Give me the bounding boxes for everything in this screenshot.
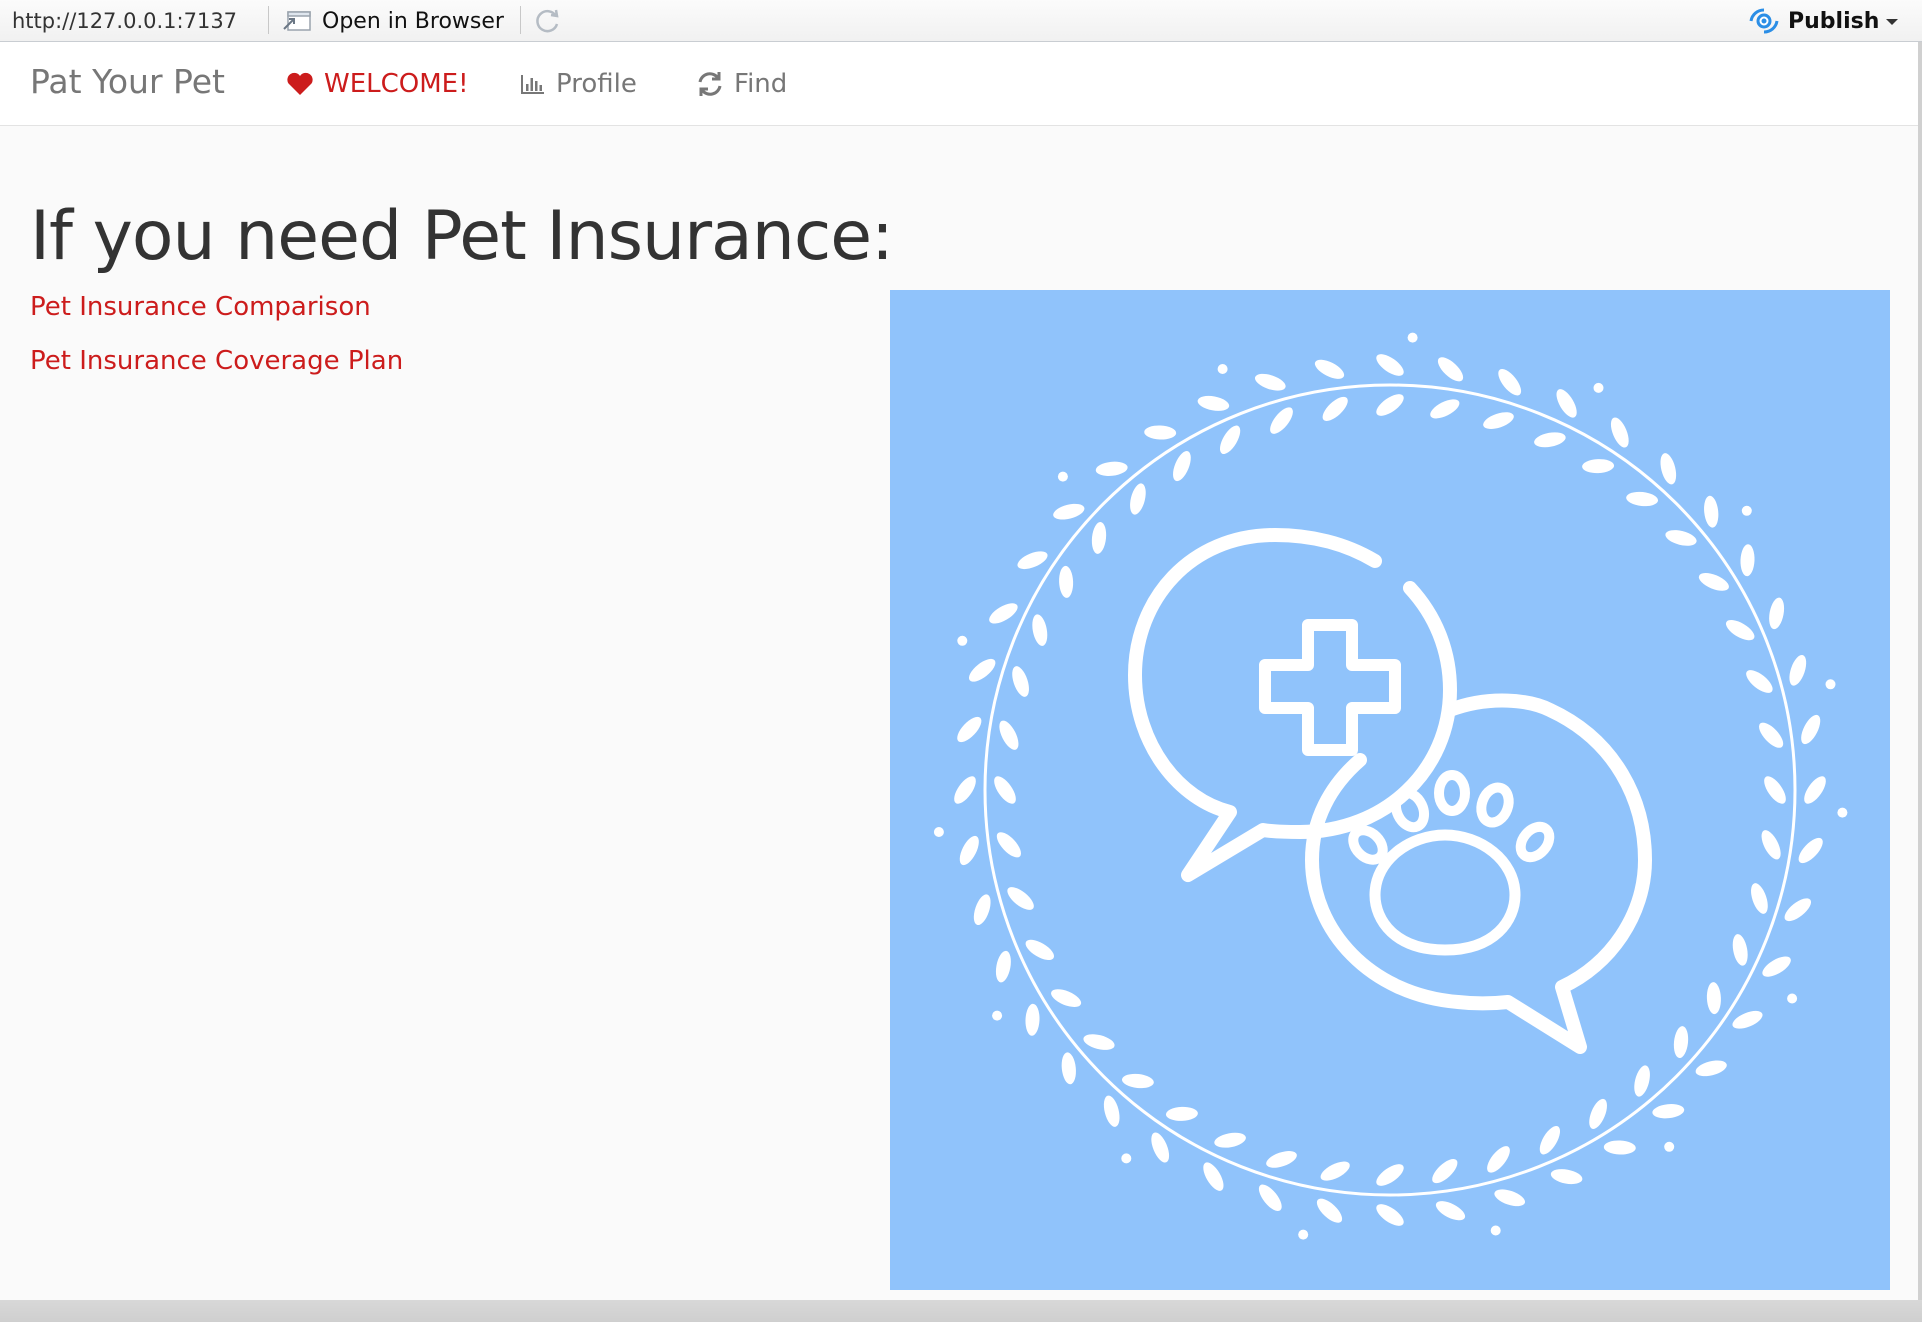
- open-in-browser-label: Open in Browser: [322, 8, 504, 34]
- bar-chart-icon: [521, 75, 544, 94]
- brand-title[interactable]: Pat Your Pet: [30, 62, 225, 101]
- pet-health-chat-icon: [933, 332, 1848, 1240]
- page-title: If you need Pet Insurance:: [30, 197, 894, 276]
- caret-down-icon[interactable]: [1886, 19, 1898, 25]
- nav-item-find[interactable]: Find: [696, 66, 787, 102]
- window-edge: [1918, 42, 1922, 1322]
- nav-item-welcome[interactable]: WELCOME!: [286, 66, 469, 102]
- viewer-toolbar: http://127.0.0.1:7137 Open in Browser Pu…: [0, 0, 1922, 42]
- publish-icon: [1749, 8, 1779, 34]
- refresh-icon: [698, 72, 722, 96]
- open-in-browser-button[interactable]: Open in Browser: [282, 6, 504, 36]
- nav-item-label: Profile: [556, 69, 637, 99]
- nav-item-label: WELCOME!: [324, 69, 469, 99]
- app-window: Pat Your Pet WELCOME! Profile Find If yo…: [0, 42, 1918, 1322]
- viewer-url: http://127.0.0.1:7137: [12, 9, 238, 33]
- link-pet-insurance-comparison[interactable]: Pet Insurance Comparison: [30, 292, 371, 322]
- heart-icon: [287, 72, 313, 95]
- window-bottom-edge: [0, 1300, 1922, 1322]
- open-external-icon: [283, 11, 311, 31]
- refresh-icon[interactable]: [533, 6, 563, 36]
- navbar: Pat Your Pet WELCOME! Profile Find: [0, 42, 1918, 126]
- nav-item-profile[interactable]: Profile: [520, 66, 637, 102]
- toolbar-divider: [520, 6, 521, 34]
- publish-label: Publish: [1788, 8, 1880, 34]
- publish-button[interactable]: Publish: [1748, 5, 1879, 37]
- toolbar-divider: [268, 6, 269, 34]
- hero-image: [890, 290, 1890, 1290]
- link-pet-insurance-coverage-plan[interactable]: Pet Insurance Coverage Plan: [30, 346, 403, 376]
- nav-item-label: Find: [734, 69, 788, 99]
